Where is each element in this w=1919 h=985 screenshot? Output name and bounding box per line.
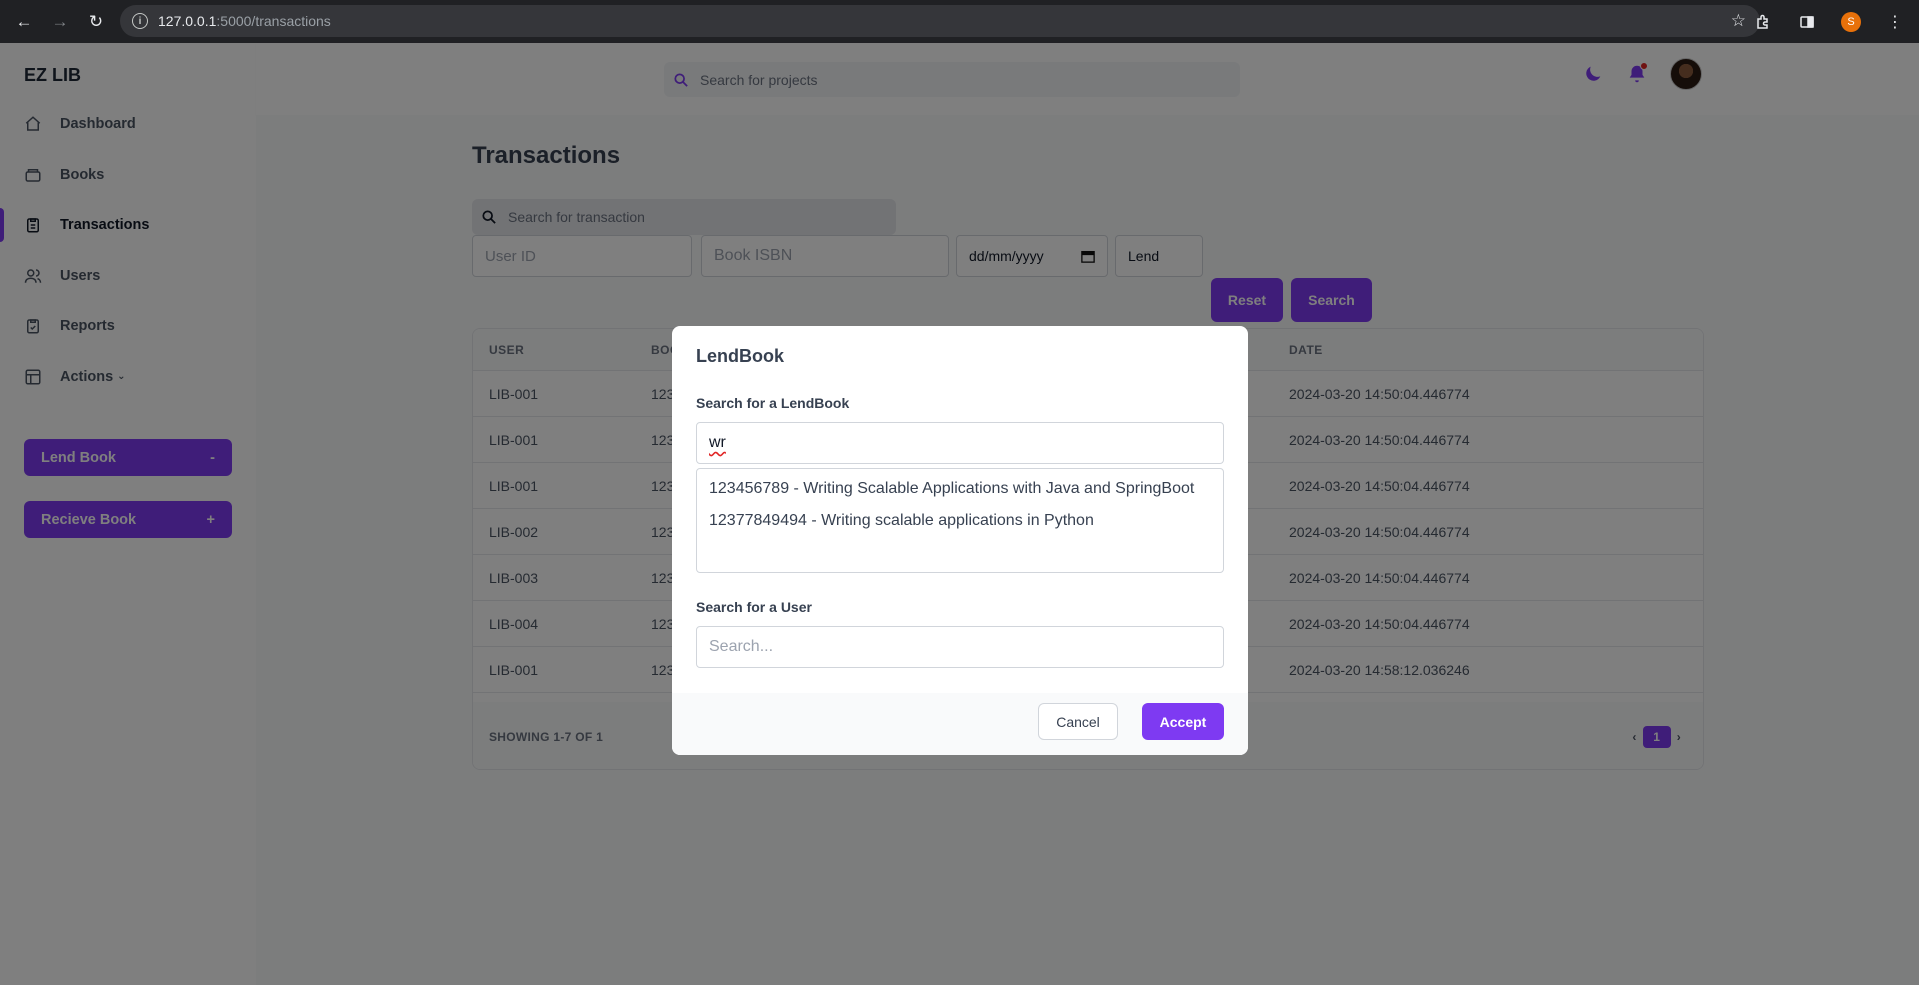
site-info-icon[interactable]: i — [132, 13, 148, 29]
user-search-input[interactable]: Search... — [696, 626, 1224, 668]
user-search-label: Search for a User — [696, 599, 812, 615]
lend-book-modal: LendBook Search for a LendBook wr 123456… — [672, 326, 1248, 755]
book-suggestions-list: 123456789 - Writing Scalable Application… — [696, 468, 1224, 573]
profile-avatar[interactable]: S — [1841, 11, 1861, 32]
browser-toolbar: ← → ↻ i 127.0.0.1:5000/transactions ☆ S … — [0, 0, 1919, 43]
modal-footer: Cancel Accept — [672, 693, 1248, 755]
back-icon[interactable]: ← — [12, 10, 36, 34]
list-item[interactable]: 12377849494 - Writing scalable applicati… — [709, 509, 1211, 533]
reload-icon[interactable]: ↻ — [84, 10, 108, 34]
book-search-value: wr — [709, 434, 726, 451]
cancel-button[interactable]: Cancel — [1038, 703, 1118, 740]
user-search-placeholder: Search... — [709, 638, 774, 655]
bookmark-star-icon[interactable]: ☆ — [1731, 11, 1746, 31]
extensions-icon[interactable] — [1753, 12, 1773, 32]
list-item[interactable]: 123456789 - Writing Scalable Application… — [709, 477, 1211, 501]
menu-dots-icon[interactable]: ⋮ — [1885, 12, 1905, 32]
forward-icon[interactable]: → — [48, 10, 72, 34]
side-panel-icon[interactable] — [1797, 12, 1817, 32]
modal-title: LendBook — [696, 346, 784, 366]
accept-button[interactable]: Accept — [1142, 703, 1224, 740]
url-host: 127.0.0.1 — [158, 13, 217, 29]
book-search-input[interactable]: wr — [696, 422, 1224, 464]
book-search-label: Search for a LendBook — [696, 395, 850, 411]
address-bar[interactable]: i 127.0.0.1:5000/transactions ☆ — [120, 5, 1760, 37]
url-path: :5000/transactions — [216, 13, 331, 29]
